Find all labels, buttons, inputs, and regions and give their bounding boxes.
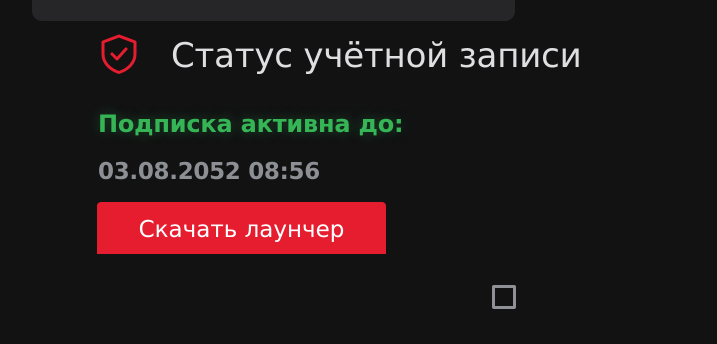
top-panel [32,0,515,21]
page-title: Статус учётной записи [171,36,582,76]
checkbox[interactable] [492,285,516,309]
shield-check-icon [98,33,140,75]
subscription-status-label: Подписка активна до: [98,110,404,138]
download-launcher-button[interactable]: Скачать лаунчер [97,202,386,254]
subscription-expiry-date: 03.08.2052 08:56 [98,159,320,185]
